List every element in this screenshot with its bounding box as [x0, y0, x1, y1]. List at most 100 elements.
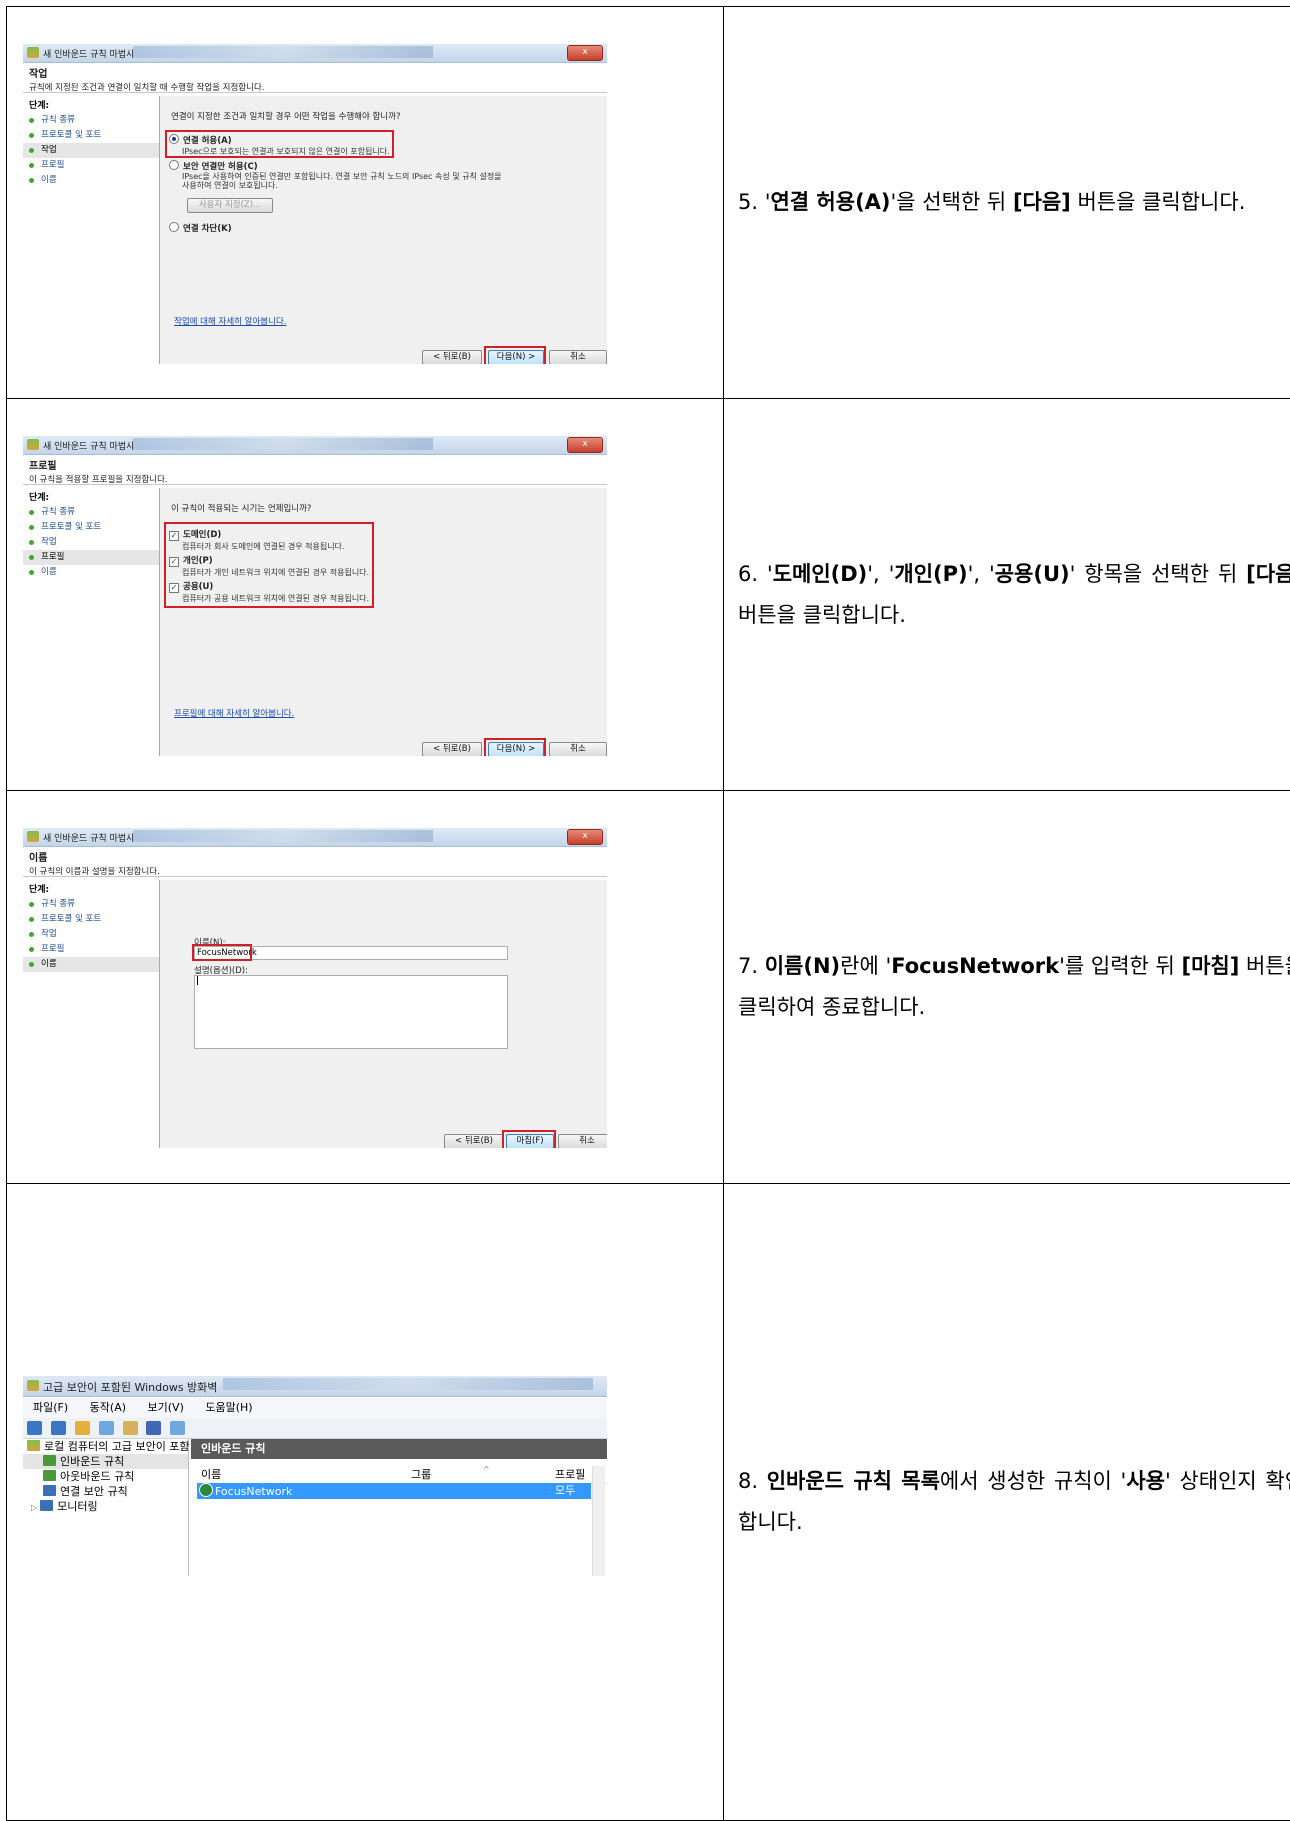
- table-row: 고급 보안이 포함된 Windows 방화벽 파일(F) 동작(A) 보기(V)…: [6, 1182, 1290, 1821]
- wizard-header: 이름 이 규칙의 이름과 설명을 지정합니다.: [29, 849, 160, 877]
- radio-icon[interactable]: [169, 222, 179, 232]
- window-title: 새 인바운드 규칙 마법사: [43, 834, 135, 845]
- tree-item-inbound[interactable]: 인바운드 규칙: [23, 1453, 188, 1469]
- forward-icon[interactable]: [50, 1420, 66, 1435]
- column-profile[interactable]: 프로필: [555, 1466, 585, 1483]
- step-item-active[interactable]: 이름: [23, 957, 159, 973]
- firewall-icon: [27, 1439, 40, 1451]
- step-6-text: 6. '도메인(D)', '개인(P)', '공용(U)' 항목을 선택한 뒤 …: [738, 561, 1290, 627]
- menu-bar: 파일(F) 동작(A) 보기(V) 도움말(H): [23, 1397, 607, 1418]
- step-item[interactable]: 프로필: [23, 942, 159, 957]
- console-tree: 로컬 컴퓨터의 고급 보안이 포함 인바운드 규칙 아웃바운드 규칙 연결 보안…: [23, 1438, 190, 1576]
- close-button[interactable]: x: [567, 829, 603, 846]
- checkbox-checked-icon[interactable]: ✓: [169, 531, 179, 542]
- steps-panel: 단계: 규칙 종류 프로토콜 및 포트 작업 프로필 이름: [23, 488, 160, 757]
- menu-help[interactable]: 도움말(H): [205, 1401, 252, 1414]
- step-item[interactable]: 작업: [23, 535, 159, 550]
- step-item[interactable]: 프로토콜 및 포트: [23, 912, 159, 927]
- close-button[interactable]: x: [567, 437, 603, 454]
- tree-item-outbound[interactable]: 아웃바운드 규칙: [23, 1469, 188, 1484]
- cancel-button[interactable]: 취소: [549, 350, 607, 364]
- step-item[interactable]: 규칙 종류: [23, 897, 159, 912]
- option-title: 공용(U): [183, 582, 214, 593]
- option-domain[interactable]: ✓ 도메인(D) 컴퓨터가 회사 도메인에 연결된 경우 적용됩니다.: [169, 528, 344, 552]
- cancel-button[interactable]: 취소: [558, 1134, 607, 1149]
- scrollbar[interactable]: [592, 1465, 605, 1576]
- steps-panel: 단계: 규칙 종류 프로토콜 및 포트 작업 프로필 이름: [23, 880, 160, 1149]
- step-item[interactable]: 작업: [23, 927, 159, 942]
- radio-icon[interactable]: [169, 160, 179, 170]
- option-description: IPsec을 사용하여 인증된 연결만 포함됩니다. 연결 보안 규칙 노드의 …: [182, 172, 502, 190]
- step-item[interactable]: 이름: [23, 565, 159, 580]
- help-icon[interactable]: [146, 1420, 162, 1435]
- option-private[interactable]: ✓ 개인(P) 컴퓨터가 개인 네트워크 위치에 연결된 경우 적용됩니다.: [169, 554, 369, 578]
- tree-item-connection-security[interactable]: 연결 보안 규칙: [23, 1484, 188, 1499]
- sort-arrow-icon: ^: [483, 1464, 490, 1474]
- option-public[interactable]: ✓ 공용(U) 컴퓨터가 공용 네트워크 위치에 연결된 경우 적용됩니다.: [169, 580, 369, 604]
- step-8-text: 8. 인바운드 규칙 목록에서 생성한 규칙이 '사용' 상태인지 확인합니다.: [738, 1468, 1290, 1534]
- step-item[interactable]: 규칙 종류: [23, 505, 159, 520]
- tree-item-monitoring[interactable]: ▷ 모니터링: [23, 1499, 188, 1514]
- customize-button[interactable]: 사용자 지정(Z)...: [187, 198, 273, 213]
- checkbox-checked-icon[interactable]: ✓: [169, 583, 179, 594]
- action-pane-icon[interactable]: [170, 1420, 186, 1435]
- expand-icon[interactable]: ▷: [31, 1503, 37, 1512]
- step-7-text: 7. 이름(N)란에 'FocusNetwork'를 입력한 뒤 [마침] 버튼…: [738, 954, 1290, 1019]
- step-item[interactable]: 프로필: [23, 158, 159, 173]
- description-cell: 5. '연결 허용(A)'을 선택한 뒤 [다음] 버튼을 클릭합니다.: [723, 5, 1290, 400]
- menu-file[interactable]: 파일(F): [33, 1401, 68, 1414]
- description-cell: 7. 이름(N)란에 'FocusNetwork'를 입력한 뒤 [마침] 버튼…: [723, 790, 1290, 1184]
- title-bar: 새 인바운드 규칙 마법사 x: [23, 44, 607, 63]
- menu-action[interactable]: 동작(A): [90, 1401, 126, 1414]
- column-group[interactable]: 그룹: [411, 1466, 431, 1483]
- step-item-active[interactable]: 프로필: [23, 550, 159, 566]
- wizard-content: 이 규칙이 적용되는 시기는 언제입니까? ✓ 도메인(D) 컴퓨터가 회사 도메…: [160, 488, 607, 757]
- description-cell: 6. '도메인(D)', '개인(P)', '공용(U)' 항목을 선택한 뒤 …: [723, 398, 1290, 792]
- table-row: 새 인바운드 규칙 마법사 x 이름 이 규칙의 이름과 설명을 지정합니다. …: [6, 790, 1290, 1184]
- table-row[interactable]: FocusNetwork 모두: [197, 1482, 591, 1499]
- option-block[interactable]: 연결 차단(K): [169, 222, 232, 234]
- export-icon[interactable]: [122, 1420, 138, 1435]
- text-cursor: [197, 976, 198, 986]
- inbound-rules-icon: [43, 1454, 56, 1466]
- highlight-box: [192, 944, 252, 962]
- option-secure-only[interactable]: 보안 연결만 허용(C) IPsec을 사용하여 인증된 연결만 포함됩니다. …: [169, 160, 509, 190]
- firewall-screenshot: 고급 보안이 포함된 Windows 방화벽 파일(F) 동작(A) 보기(V)…: [23, 1375, 607, 1576]
- close-button[interactable]: x: [567, 45, 603, 61]
- back-icon[interactable]: [27, 1420, 42, 1435]
- learn-more-link[interactable]: 프로필에 대해 자세히 알아봅니다.: [174, 707, 294, 719]
- blurred-background: [133, 830, 433, 843]
- back-button[interactable]: < 뒤로(B): [422, 350, 482, 364]
- screenshot-cell: 고급 보안이 포함된 Windows 방화벽 파일(F) 동작(A) 보기(V)…: [6, 1182, 724, 1821]
- column-name[interactable]: 이름: [201, 1466, 221, 1483]
- checkbox-checked-icon[interactable]: ✓: [169, 557, 179, 568]
- tree-item-root[interactable]: 로컬 컴퓨터의 고급 보안이 포함: [23, 1439, 190, 1454]
- table-row: 새 인바운드 규칙 마법사 x 프로필 이 규칙을 적용할 프로필을 지정합니다…: [6, 398, 1290, 792]
- question-text: 연결이 지정한 조건과 일치할 경우 어떤 작업을 수행해야 합니까?: [171, 112, 401, 122]
- wizard-content: 이름(N): FocusNetwork 설명(옵션)(D): < 뒤로(B) 마…: [160, 880, 607, 1149]
- up-folder-icon[interactable]: [74, 1420, 90, 1435]
- step-item[interactable]: 프로토콜 및 포트: [23, 520, 159, 535]
- rules-pane: 인바운드 규칙 이름 그룹 ^ 프로필 FocusNetwork 모두: [191, 1438, 607, 1576]
- back-button[interactable]: < 뒤로(B): [444, 1134, 504, 1149]
- step-item[interactable]: 이름: [23, 173, 159, 188]
- step-item-active[interactable]: 작업: [23, 143, 159, 158]
- menu-view[interactable]: 보기(V): [148, 1401, 184, 1414]
- show-hide-tree-icon[interactable]: [98, 1420, 114, 1435]
- option-title: 보안 연결만 허용(C): [183, 162, 258, 172]
- step-item[interactable]: 규칙 종류: [23, 113, 159, 128]
- description-cell: 8. 인바운드 규칙 목록에서 생성한 규칙이 '사용' 상태인지 확인합니다.: [723, 1182, 1290, 1821]
- firewall-icon: [27, 831, 39, 843]
- back-button[interactable]: < 뒤로(B): [422, 742, 482, 757]
- rule-profile: 모두: [555, 1483, 576, 1497]
- firewall-icon: [27, 47, 39, 58]
- blurred-background: [133, 46, 433, 58]
- pane-title: 인바운드 규칙: [191, 1438, 607, 1459]
- wizard-header: 작업 규칙에 지정된 조건과 연결이 일치할 때 수행할 작업을 지정합니다.: [29, 65, 264, 93]
- learn-more-link[interactable]: 작업에 대해 자세히 알아봅니다.: [174, 315, 286, 327]
- option-description: 컴퓨터가 개인 네트워크 위치에 연결된 경우 적용됩니다.: [182, 568, 370, 578]
- step-item[interactable]: 프로토콜 및 포트: [23, 128, 159, 143]
- description-input[interactable]: [194, 975, 508, 1050]
- cancel-button[interactable]: 취소: [549, 742, 607, 757]
- highlight-box: [502, 1130, 556, 1149]
